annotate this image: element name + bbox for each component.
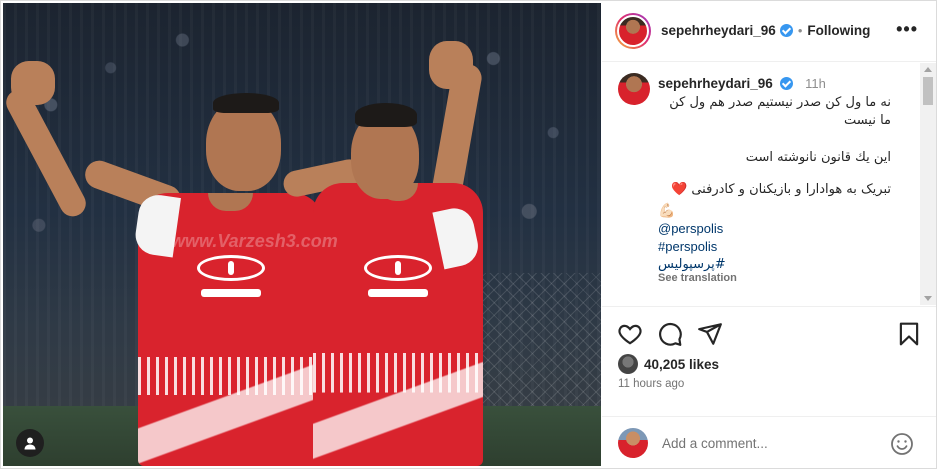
caption-line-3-text: تبریک به هوادارا و بازیکنان و کادرفنی [691, 182, 891, 197]
comment-bar [602, 416, 936, 469]
caption-line-1: نه ما ول کن صدر نیستیم صدر هم ول کن ما ن… [669, 95, 891, 128]
likes-count[interactable]: 40,205 likes [644, 357, 719, 372]
comment-bubble-icon[interactable] [657, 321, 683, 347]
post-timestamp[interactable]: 11 hours ago [618, 378, 684, 390]
author-avatar[interactable] [615, 12, 651, 49]
watermark: www.Varzesh3.com [171, 231, 338, 251]
current-user-avatar [618, 428, 648, 458]
separator-dot: • [797, 23, 803, 38]
post-side-panel: sepehrheydari_96 • Following ••• sepehrh… [602, 0, 936, 469]
comment-input[interactable] [662, 435, 882, 451]
scrollbar-thumb[interactable] [923, 77, 933, 105]
caption-username[interactable]: sepehrheydari_96 [658, 76, 773, 91]
author-info: sepehrheydari_96 • Following [661, 23, 870, 38]
user-icon [24, 437, 36, 450]
likes-summary[interactable]: 40,205 likes [618, 354, 719, 374]
tagged-users-button[interactable] [16, 429, 44, 457]
heart-outline-icon[interactable] [617, 321, 643, 347]
verified-badge-icon [780, 77, 794, 90]
scroll-down-icon[interactable] [924, 296, 932, 301]
following-button[interactable]: Following [807, 23, 870, 38]
see-translation-button[interactable]: See translation [658, 272, 737, 284]
hashtag-link-2[interactable]: #پرسپولیس [658, 257, 726, 272]
more-options-button[interactable]: ••• [896, 19, 918, 39]
post-header: sepehrheydari_96 • Following ••• [602, 0, 936, 62]
post-actions: 40,205 likes 11 hours ago [602, 306, 936, 416]
caption-author-avatar[interactable] [618, 73, 650, 105]
caption-line-3: تبریک به هوادارا و بازیکنان و کادرفنی ❤️ [658, 181, 891, 199]
caption-scrollbar[interactable] [920, 63, 936, 305]
mention-link[interactable]: @perspolis [658, 221, 723, 236]
caption-line-2: این یك قانون نانوشته است [745, 150, 891, 165]
scroll-up-icon[interactable] [924, 67, 932, 72]
paper-plane-icon[interactable] [697, 321, 723, 347]
smiley-icon[interactable] [890, 432, 914, 456]
liker-avatar [618, 354, 638, 374]
muscle-emoji: 💪🏻 [658, 202, 676, 218]
caption-section: sepehrheydari_96 11h نه ما ول کن صدر نیس… [602, 63, 922, 303]
author-username[interactable]: sepehrheydari_96 [661, 23, 776, 38]
verified-badge-icon [779, 24, 793, 37]
caption-header: sepehrheydari_96 11h [658, 76, 826, 91]
hashtag-link-1[interactable]: #perspolis [658, 239, 717, 254]
heart-emoji: ❤️ [671, 182, 688, 197]
post-image[interactable]: www.Varzesh3.com [3, 3, 601, 466]
caption-time[interactable]: 11h [805, 76, 826, 91]
more-icon: ••• [896, 19, 918, 39]
bookmark-icon[interactable] [896, 321, 922, 347]
